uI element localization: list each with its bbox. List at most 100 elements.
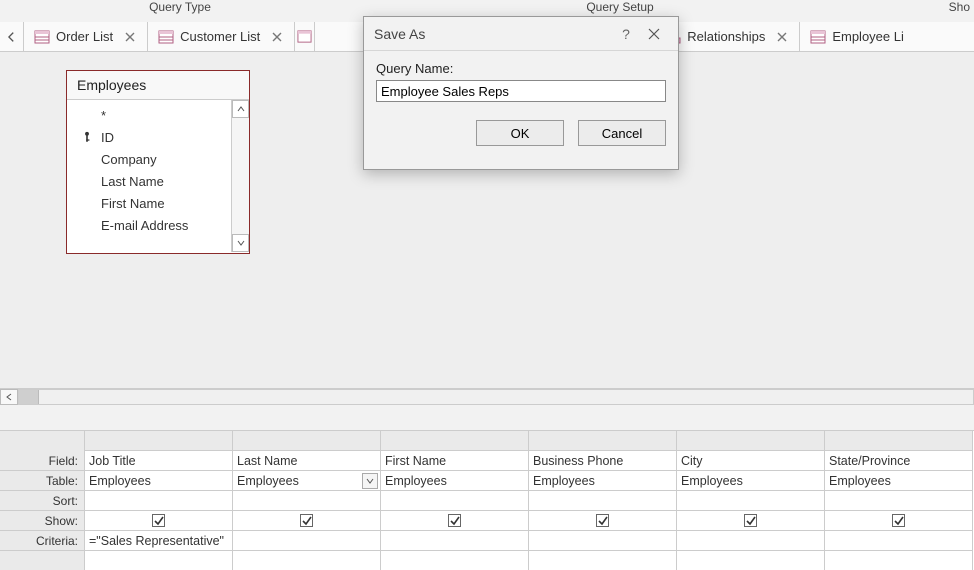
tab-close-button[interactable] xyxy=(123,30,137,44)
query-design-grid: Field: Table: Sort: Show: Criteria: Job … xyxy=(0,430,974,570)
column-selector[interactable] xyxy=(677,431,824,451)
column-selector[interactable] xyxy=(381,431,528,451)
field-name: E-mail Address xyxy=(101,218,188,233)
cell-table[interactable]: Employees xyxy=(233,471,380,491)
cell-sort[interactable] xyxy=(677,491,824,511)
row-label-field: Field: xyxy=(0,451,84,471)
field-row-company[interactable]: Company xyxy=(81,148,231,170)
field-list-scrollbar[interactable] xyxy=(231,100,249,252)
tab-label: Order List xyxy=(56,29,113,44)
field-row-email[interactable]: E-mail Address xyxy=(81,214,231,236)
field-name: First Name xyxy=(101,196,165,211)
horizontal-scrollbar[interactable] xyxy=(0,388,974,405)
cell-table[interactable]: Employees xyxy=(85,471,232,491)
cell-show[interactable] xyxy=(381,511,528,531)
cell-field[interactable]: Business Phone xyxy=(529,451,676,471)
cell-criteria[interactable] xyxy=(825,531,972,551)
tab-close-button[interactable] xyxy=(270,30,284,44)
cell-sort[interactable] xyxy=(85,491,232,511)
row-label-criteria: Criteria: xyxy=(0,531,84,551)
tab-hidden[interactable] xyxy=(295,22,315,51)
close-icon xyxy=(648,28,660,40)
cell-field[interactable]: First Name xyxy=(381,451,528,471)
cancel-button[interactable]: Cancel xyxy=(578,120,666,146)
field-list[interactable]: * ID Company Last Name xyxy=(67,100,231,252)
check-icon xyxy=(746,516,756,526)
cell-show[interactable] xyxy=(529,511,676,531)
check-icon xyxy=(598,516,608,526)
tab-customer-list[interactable]: Customer List xyxy=(148,22,295,51)
cell-table[interactable]: Employees xyxy=(677,471,824,491)
ribbon-group-query-type: Query Type xyxy=(0,0,360,20)
field-row-star[interactable]: * xyxy=(81,104,231,126)
field-name: Last Name xyxy=(101,174,164,189)
scroll-left-button[interactable] xyxy=(0,389,18,405)
grid-row-labels: Field: Table: Sort: Show: Criteria: xyxy=(0,431,85,570)
scroll-thumb[interactable] xyxy=(19,390,39,404)
field-row-firstname[interactable]: First Name xyxy=(81,192,231,214)
scroll-up-button[interactable] xyxy=(232,100,249,118)
cell-show[interactable] xyxy=(233,511,380,531)
chevron-down-icon xyxy=(366,477,374,485)
ok-button[interactable]: OK xyxy=(476,120,564,146)
show-checkbox[interactable] xyxy=(744,514,757,527)
dialog-titlebar[interactable]: Save As ? xyxy=(364,17,678,51)
dialog-title-text: Save As xyxy=(374,26,425,42)
cell-criteria[interactable] xyxy=(233,531,380,551)
cell-show[interactable] xyxy=(677,511,824,531)
show-checkbox[interactable] xyxy=(892,514,905,527)
cell-criteria[interactable] xyxy=(677,531,824,551)
query-name-input[interactable] xyxy=(376,80,666,102)
dialog-close-button[interactable] xyxy=(640,20,668,48)
cell-show[interactable] xyxy=(825,511,972,531)
table-field-list[interactable]: Employees * ID Company xyxy=(66,70,250,254)
save-as-dialog: Save As ? Query Name: OK Cancel xyxy=(363,16,679,170)
tab-order-list[interactable]: Order List xyxy=(24,22,148,51)
help-icon: ? xyxy=(622,26,630,42)
cell-table[interactable]: Employees xyxy=(381,471,528,491)
grid-column: State/ProvinceEmployees xyxy=(825,431,973,570)
dropdown-button[interactable] xyxy=(362,473,378,489)
cell-criteria[interactable] xyxy=(529,531,676,551)
grid-column: Business PhoneEmployees xyxy=(529,431,677,570)
dialog-help-button[interactable]: ? xyxy=(612,20,640,48)
tab-label: Relationships xyxy=(687,29,765,44)
grid-columns: Job TitleEmployees="Sales Representative… xyxy=(85,431,974,570)
cell-table[interactable]: Employees xyxy=(529,471,676,491)
column-selector[interactable] xyxy=(529,431,676,451)
check-icon xyxy=(154,516,164,526)
cell-criteria[interactable] xyxy=(381,531,528,551)
show-checkbox[interactable] xyxy=(300,514,313,527)
check-icon xyxy=(302,516,312,526)
table-title: Employees xyxy=(67,71,249,100)
row-label-sort: Sort: xyxy=(0,491,84,511)
show-checkbox[interactable] xyxy=(152,514,165,527)
column-selector[interactable] xyxy=(85,431,232,451)
field-row-id[interactable]: ID xyxy=(81,126,231,148)
cell-show[interactable] xyxy=(85,511,232,531)
column-selector[interactable] xyxy=(825,431,972,451)
tab-close-button[interactable] xyxy=(775,30,789,44)
cell-field[interactable]: Job Title xyxy=(85,451,232,471)
cell-sort[interactable] xyxy=(381,491,528,511)
field-row-lastname[interactable]: Last Name xyxy=(81,170,231,192)
cell-sort[interactable] xyxy=(529,491,676,511)
show-checkbox[interactable] xyxy=(596,514,609,527)
cell-sort[interactable] xyxy=(233,491,380,511)
tab-label: Customer List xyxy=(180,29,260,44)
scroll-down-button[interactable] xyxy=(232,234,249,252)
cell-field[interactable]: City xyxy=(677,451,824,471)
cell-sort[interactable] xyxy=(825,491,972,511)
chevron-left-icon xyxy=(5,393,13,401)
cell-criteria[interactable]: ="Sales Representative" xyxy=(85,531,232,551)
show-checkbox[interactable] xyxy=(448,514,461,527)
cell-field[interactable]: State/Province xyxy=(825,451,972,471)
datasheet-icon xyxy=(297,29,312,45)
scroll-track[interactable] xyxy=(18,389,974,405)
tab-nav-left[interactable] xyxy=(0,22,24,51)
cell-field[interactable]: Last Name xyxy=(233,451,380,471)
tab-employee-list[interactable]: Employee Li xyxy=(800,22,914,51)
check-icon xyxy=(894,516,904,526)
column-selector[interactable] xyxy=(233,431,380,451)
cell-table[interactable]: Employees xyxy=(825,471,972,491)
